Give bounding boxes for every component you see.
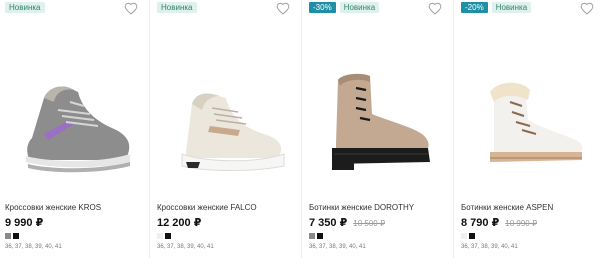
color-swatch-black[interactable] xyxy=(317,233,323,239)
product-card-kros[interactable]: Новинка Кроссовки женские KROS 9 990 ₽ 3… xyxy=(0,0,148,258)
available-sizes: 36, 37, 38, 39, 40, 41 xyxy=(461,244,518,250)
boot-illustration xyxy=(332,73,430,170)
price-row: 7 350 ₽ 10 500 ₽ xyxy=(309,216,385,229)
product-card-dorothy[interactable]: -30% Новинка Ботинки женские DOROTHY 7 3… xyxy=(304,0,452,258)
badge-new: Новинка xyxy=(157,2,197,13)
price-row: 12 200 ₽ xyxy=(157,216,201,229)
product-image-kros[interactable] xyxy=(8,58,140,176)
color-swatches xyxy=(5,233,19,239)
product-name[interactable]: Ботинки женские DOROTHY xyxy=(309,203,414,213)
available-sizes: 36, 37, 38, 39, 40, 41 xyxy=(5,244,62,250)
color-swatches xyxy=(461,233,475,239)
product-grid: Новинка Кроссовки женские KROS 9 990 ₽ 3… xyxy=(0,0,600,258)
badge-group: -30% Новинка xyxy=(309,2,380,13)
product-price: 9 990 ₽ xyxy=(5,217,44,229)
product-image-falco[interactable] xyxy=(160,58,292,176)
badge-new: Новинка xyxy=(339,2,380,13)
boot-illustration xyxy=(490,82,583,162)
product-price: 7 350 ₽ xyxy=(309,217,348,229)
price-row: 8 790 ₽ 10 990 ₽ xyxy=(461,216,537,229)
color-swatches xyxy=(157,233,171,239)
color-swatch-gray[interactable] xyxy=(5,233,11,239)
badge-group: Новинка xyxy=(5,2,45,13)
product-name[interactable]: Кроссовки женские KROS xyxy=(5,203,101,213)
favorite-heart-icon[interactable] xyxy=(428,2,442,15)
badge-discount: -30% xyxy=(309,2,336,13)
favorite-heart-icon[interactable] xyxy=(124,2,138,15)
badge-new: Новинка xyxy=(5,2,45,13)
color-swatch-black[interactable] xyxy=(13,233,19,239)
card-divider xyxy=(149,0,150,258)
product-image-aspen[interactable] xyxy=(464,58,596,176)
card-divider xyxy=(453,0,454,258)
sneaker-illustration xyxy=(26,86,130,173)
favorite-heart-icon[interactable] xyxy=(580,2,594,15)
product-card-aspen[interactable]: -20% Новинка Ботинки женские ASPEN 8 790… xyxy=(456,0,600,258)
badge-new: Новинка xyxy=(491,2,532,13)
color-swatch-gray[interactable] xyxy=(309,233,315,239)
color-swatch-black[interactable] xyxy=(165,233,171,239)
product-card-falco[interactable]: Новинка Кроссовки женские FALCO 12 200 ₽… xyxy=(152,0,300,258)
color-swatches xyxy=(309,233,323,239)
badge-group: -20% Новинка xyxy=(461,2,532,13)
badge-discount: -20% xyxy=(461,2,488,13)
card-divider xyxy=(301,0,302,258)
sneaker-illustration xyxy=(181,93,285,171)
product-price: 8 790 ₽ xyxy=(461,217,500,229)
product-price: 12 200 ₽ xyxy=(157,217,202,229)
favorite-heart-icon[interactable] xyxy=(276,2,290,15)
color-swatch-white[interactable] xyxy=(461,233,467,239)
available-sizes: 36, 37, 38, 39, 40, 41 xyxy=(157,244,214,250)
product-old-price: 10 500 ₽ xyxy=(353,219,386,228)
product-name[interactable]: Кроссовки женские FALCO xyxy=(157,203,257,213)
product-image-dorothy[interactable] xyxy=(312,58,444,176)
color-swatch-black[interactable] xyxy=(469,233,475,239)
color-swatch-white[interactable] xyxy=(157,233,163,239)
product-name[interactable]: Ботинки женские ASPEN xyxy=(461,203,553,213)
price-row: 9 990 ₽ xyxy=(5,216,43,229)
available-sizes: 36, 37, 38, 39, 40, 41 xyxy=(309,244,366,250)
product-old-price: 10 990 ₽ xyxy=(505,219,538,228)
badge-group: Новинка xyxy=(157,2,197,13)
